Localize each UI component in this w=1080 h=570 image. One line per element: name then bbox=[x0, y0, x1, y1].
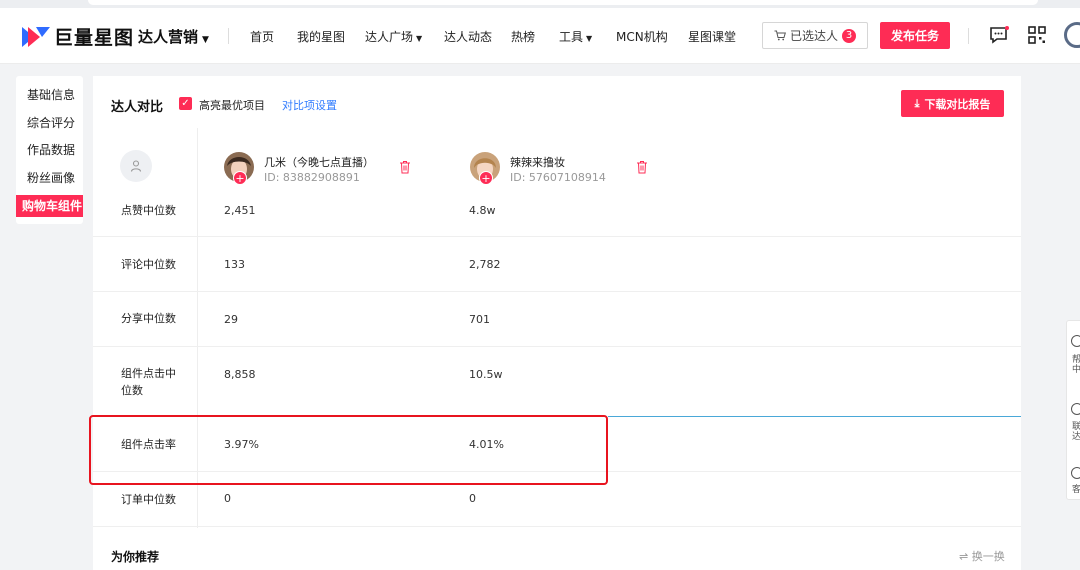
nav-item-label: 达人动态 bbox=[444, 30, 493, 44]
delete-icon[interactable] bbox=[636, 160, 648, 174]
metric-label: 评论中位数 bbox=[121, 258, 176, 271]
caret-down-icon: ▼ bbox=[202, 35, 209, 45]
section-menu: 基础信息 综合评分 作品数据 粉丝画像 购物车组件 bbox=[16, 76, 83, 224]
floating-help-panel: 帮中 联达 客 bbox=[1066, 320, 1080, 500]
table-row: 评论中位数 133 2,782 bbox=[93, 237, 1021, 292]
table-row: 点赞中位数 2,451 4.8w bbox=[93, 200, 1021, 237]
menu-item-works-data[interactable]: 作品数据 bbox=[16, 139, 83, 161]
add-to-cart-icon[interactable]: + bbox=[233, 171, 247, 185]
metric-value: 4.8w bbox=[469, 204, 496, 217]
annotation-highlight-box bbox=[89, 415, 608, 485]
metric-label-line: 组件点击中 bbox=[121, 367, 176, 380]
table-row: 组件点击中 位数 8,858 10.5w bbox=[93, 347, 1021, 417]
nav-item-influencer-feed[interactable]: 达人动态 bbox=[444, 28, 492, 45]
address-bar[interactable] bbox=[88, 0, 1038, 5]
delete-icon[interactable] bbox=[399, 160, 411, 174]
highlight-best-checkbox[interactable]: ✓ bbox=[179, 97, 192, 110]
highlight-best-label[interactable]: 高亮最优项目 bbox=[199, 97, 265, 113]
nav-item-label: 达人广场 bbox=[365, 30, 414, 44]
nav-item-mcn[interactable]: MCN机构 bbox=[616, 28, 668, 45]
publish-task-button[interactable]: 发布任务 bbox=[880, 22, 950, 49]
metric-value: 2,451 bbox=[224, 204, 256, 217]
contact-label[interactable]: 联达 bbox=[1072, 422, 1080, 442]
nav-item-label: 我的星图 bbox=[297, 30, 346, 44]
divider bbox=[968, 28, 969, 44]
service-label[interactable]: 客 bbox=[1072, 485, 1080, 495]
top-navigation: 巨量星图 达人营销 ▼ 首页 我的星图 达人广场 ▼ 达人动态 热榜 工具 ▼ MCN… bbox=[0, 8, 1080, 64]
compare-settings-link[interactable]: 对比项设置 bbox=[282, 97, 337, 113]
comparison-header: 达人对比 ✓ 高亮最优项目 对比项设置 ⤓ 下载对比报告 bbox=[93, 76, 1021, 128]
divider bbox=[608, 416, 1021, 417]
metric-value: 2,782 bbox=[469, 258, 501, 271]
metric-label: 点赞中位数 bbox=[121, 204, 176, 217]
message-icon[interactable] bbox=[989, 26, 1009, 44]
service-icon[interactable] bbox=[1071, 467, 1080, 479]
nav-item-label: 工具 bbox=[559, 30, 584, 44]
selected-influencers-button[interactable]: 已选达人 3 bbox=[762, 22, 868, 49]
comparison-panel: 达人对比 ✓ 高亮最优项目 对比项设置 ⤓ 下载对比报告 + 几米（今晚七点直播… bbox=[93, 76, 1021, 570]
download-label: 下载对比报告 bbox=[924, 97, 991, 111]
refresh-button[interactable]: ⇌ 换一换 bbox=[959, 548, 1005, 564]
menu-item-overall-score[interactable]: 综合评分 bbox=[16, 112, 83, 134]
caret-down-icon: ▼ bbox=[416, 34, 423, 43]
metric-value: 29 bbox=[224, 313, 238, 326]
download-report-button[interactable]: ⤓ 下载对比报告 bbox=[901, 90, 1004, 117]
refresh-label: 换一换 bbox=[971, 550, 1005, 563]
brand-logo[interactable]: 巨量星图 bbox=[22, 23, 134, 50]
help-icon[interactable] bbox=[1071, 335, 1080, 347]
contact-icon[interactable] bbox=[1071, 403, 1080, 415]
influencer-id: ID: 83882908891 bbox=[264, 171, 360, 184]
nav-item-hot-list[interactable]: 热榜 bbox=[511, 28, 535, 45]
logo-text: 巨量星图 bbox=[54, 27, 135, 49]
metric-label-line: 位数 bbox=[121, 384, 143, 397]
metric-value: 8,858 bbox=[224, 368, 256, 381]
add-to-cart-icon[interactable]: + bbox=[479, 171, 493, 185]
page-title: 达人对比 bbox=[111, 100, 164, 115]
product-label: 达人营销 bbox=[138, 28, 199, 46]
user-avatar-icon[interactable] bbox=[1064, 22, 1080, 48]
browser-chrome bbox=[0, 0, 1080, 8]
divider bbox=[228, 28, 229, 44]
menu-item-cart-component[interactable]: 购物车组件 bbox=[16, 195, 83, 217]
nav-item-label: 星图课堂 bbox=[688, 30, 737, 44]
influencer-name: 几米（今晚七点直播） bbox=[264, 156, 374, 169]
logo-icon bbox=[22, 26, 50, 47]
nav-item-my-stargraph[interactable]: 我的星图 bbox=[297, 28, 345, 45]
metric-value: 133 bbox=[224, 258, 245, 271]
metric-value: 0 bbox=[224, 492, 231, 505]
add-influencer-placeholder[interactable] bbox=[120, 150, 152, 182]
metric-value: 10.5w bbox=[469, 368, 503, 381]
nav-item-label: MCN机构 bbox=[616, 30, 668, 44]
cart-icon bbox=[774, 30, 786, 41]
menu-item-fan-profile[interactable]: 粉丝画像 bbox=[16, 167, 83, 189]
metric-value: 701 bbox=[469, 313, 490, 326]
cart-label: 已选达人 bbox=[789, 29, 838, 43]
caret-down-icon: ▼ bbox=[586, 34, 593, 43]
product-switcher[interactable]: 达人营销 ▼ bbox=[138, 26, 209, 47]
metric-label: 分享中位数 bbox=[121, 312, 176, 325]
nav-item-label: 热榜 bbox=[511, 30, 536, 44]
qr-code-icon[interactable] bbox=[1028, 26, 1046, 44]
influencer-name: 辣辣来撸妆 bbox=[510, 156, 565, 169]
person-icon bbox=[130, 160, 142, 172]
nav-item-label: 首页 bbox=[250, 30, 275, 44]
recommend-title: 为你推荐 bbox=[111, 550, 160, 564]
table-row: 分享中位数 29 701 bbox=[93, 292, 1021, 347]
nav-item-classroom[interactable]: 星图课堂 bbox=[688, 28, 736, 45]
swap-icon: ⇌ bbox=[959, 550, 969, 563]
nav-item-tools[interactable]: 工具 ▼ bbox=[559, 28, 592, 45]
nav-item-influencer-square[interactable]: 达人广场 ▼ bbox=[365, 28, 422, 45]
nav-item-home[interactable]: 首页 bbox=[250, 28, 274, 45]
download-icon: ⤓ bbox=[914, 96, 920, 110]
cart-count-badge: 3 bbox=[842, 28, 856, 43]
menu-item-basic-info[interactable]: 基础信息 bbox=[16, 84, 83, 106]
help-center-label[interactable]: 帮中 bbox=[1072, 355, 1080, 375]
metric-label: 订单中位数 bbox=[121, 493, 176, 506]
influencer-id: ID: 57607108914 bbox=[510, 171, 606, 184]
metric-value: 0 bbox=[469, 492, 476, 505]
metric-label: 组件点击中 位数 bbox=[121, 365, 176, 399]
